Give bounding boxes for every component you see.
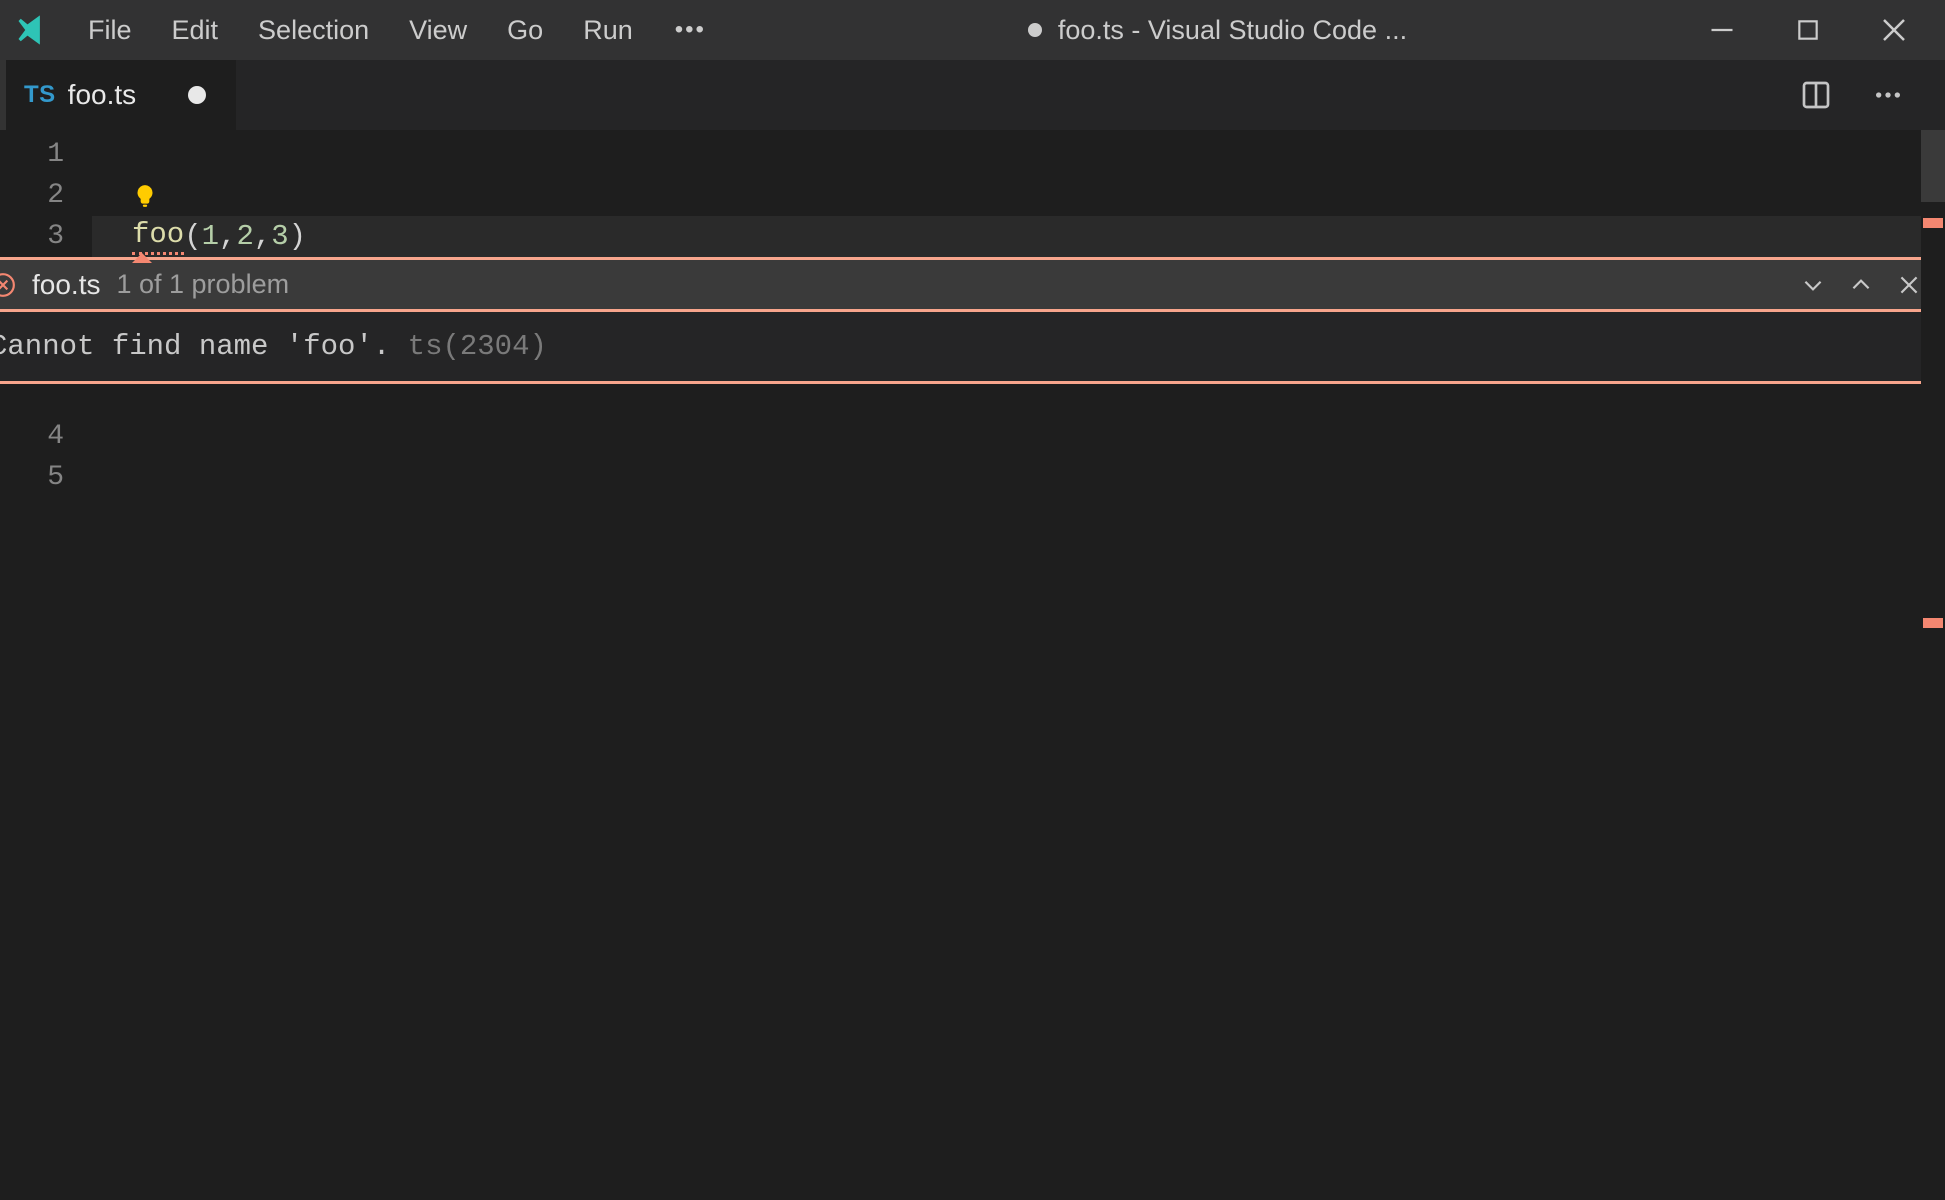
code-line-4[interactable] bbox=[92, 400, 1945, 441]
scrollbar-thumb[interactable] bbox=[1921, 130, 1945, 202]
menu-view[interactable]: View bbox=[389, 9, 487, 52]
menu-bar: File Edit Selection View Go Run ••• bbox=[68, 0, 728, 60]
editor-scrollbar[interactable] bbox=[1921, 130, 1945, 1200]
window-title: foo.ts - Visual Studio Code ... bbox=[728, 15, 1707, 46]
code-line-3[interactable]: foo(1, 2, 3) bbox=[92, 216, 1945, 257]
split-editor-icon[interactable] bbox=[1799, 78, 1833, 112]
window-controls bbox=[1707, 15, 1935, 45]
line-number: 1 bbox=[0, 139, 92, 170]
peek-body: Cannot find name 'foo'. ts(2304) bbox=[0, 312, 1945, 381]
peek-error-message: Cannot find name 'foo'. bbox=[0, 330, 390, 363]
peek-header: foo.ts 1 of 1 problem bbox=[0, 260, 1945, 312]
paren-open: ( bbox=[184, 220, 201, 253]
window-maximize-button[interactable] bbox=[1793, 15, 1823, 45]
menu-more-icon[interactable]: ••• bbox=[653, 10, 728, 50]
peek-next-icon[interactable] bbox=[1799, 271, 1827, 299]
line-number: 2 bbox=[0, 180, 92, 211]
peek-problem-count: 1 of 1 problem bbox=[116, 269, 289, 300]
menu-selection[interactable]: Selection bbox=[238, 9, 389, 52]
peek-close-icon[interactable] bbox=[1895, 271, 1923, 299]
dirty-indicator-dot-icon bbox=[1028, 23, 1042, 37]
editor[interactable]: 1 2 3 4 5 foo(1, 2, 3) foo.ts 1 of 1 p bbox=[0, 130, 1945, 1200]
comma: , bbox=[254, 220, 271, 253]
number-literal: 2 bbox=[236, 220, 253, 253]
peek-error-code: ts(2304) bbox=[408, 330, 547, 363]
code-line-1[interactable] bbox=[92, 134, 1945, 175]
overview-ruler-error-marker-icon bbox=[1923, 618, 1943, 628]
number-literal: 1 bbox=[202, 220, 219, 253]
line-number: 4 bbox=[0, 421, 92, 452]
line-number: 3 bbox=[0, 221, 92, 252]
tab-filename: foo.ts bbox=[68, 79, 136, 111]
identifier-foo: foo bbox=[132, 218, 184, 255]
menu-edit[interactable]: Edit bbox=[152, 9, 239, 52]
peek-actions bbox=[1799, 271, 1923, 299]
tab-actions bbox=[1799, 60, 1945, 130]
code-area[interactable]: foo(1, 2, 3) foo.ts 1 of 1 problem bbox=[92, 130, 1945, 1200]
editor-tabs: TS foo.ts bbox=[0, 60, 1945, 130]
peek-filename: foo.ts bbox=[32, 269, 100, 301]
menu-go[interactable]: Go bbox=[487, 9, 563, 52]
error-marker-icon bbox=[132, 253, 152, 263]
title-bar: File Edit Selection View Go Run ••• foo.… bbox=[0, 0, 1945, 60]
vscode-logo-icon bbox=[14, 12, 50, 48]
peek-prev-icon[interactable] bbox=[1847, 271, 1875, 299]
lightbulb-quick-fix-icon[interactable] bbox=[132, 183, 158, 209]
menu-run[interactable]: Run bbox=[563, 9, 653, 52]
line-number: 5 bbox=[0, 462, 92, 493]
problems-peek-widget: foo.ts 1 of 1 problem Cannot find name '… bbox=[0, 257, 1945, 384]
typescript-file-icon: TS bbox=[24, 81, 56, 109]
window-minimize-button[interactable] bbox=[1707, 15, 1737, 45]
menu-file[interactable]: File bbox=[68, 9, 152, 52]
number-literal: 3 bbox=[271, 220, 288, 253]
error-circle-icon bbox=[0, 272, 16, 298]
code-line-2[interactable] bbox=[92, 175, 1945, 216]
comma: , bbox=[219, 220, 236, 253]
tab-foo-ts[interactable]: TS foo.ts bbox=[6, 60, 236, 130]
window-title-text: foo.ts - Visual Studio Code ... bbox=[1058, 15, 1407, 46]
code-line-5[interactable] bbox=[92, 441, 1945, 482]
editor-more-actions-icon[interactable] bbox=[1871, 78, 1905, 112]
paren-close: ) bbox=[289, 220, 306, 253]
overview-ruler-error-marker-icon bbox=[1923, 218, 1943, 228]
window-close-button[interactable] bbox=[1879, 15, 1909, 45]
tab-dirty-dot-icon bbox=[188, 86, 206, 104]
